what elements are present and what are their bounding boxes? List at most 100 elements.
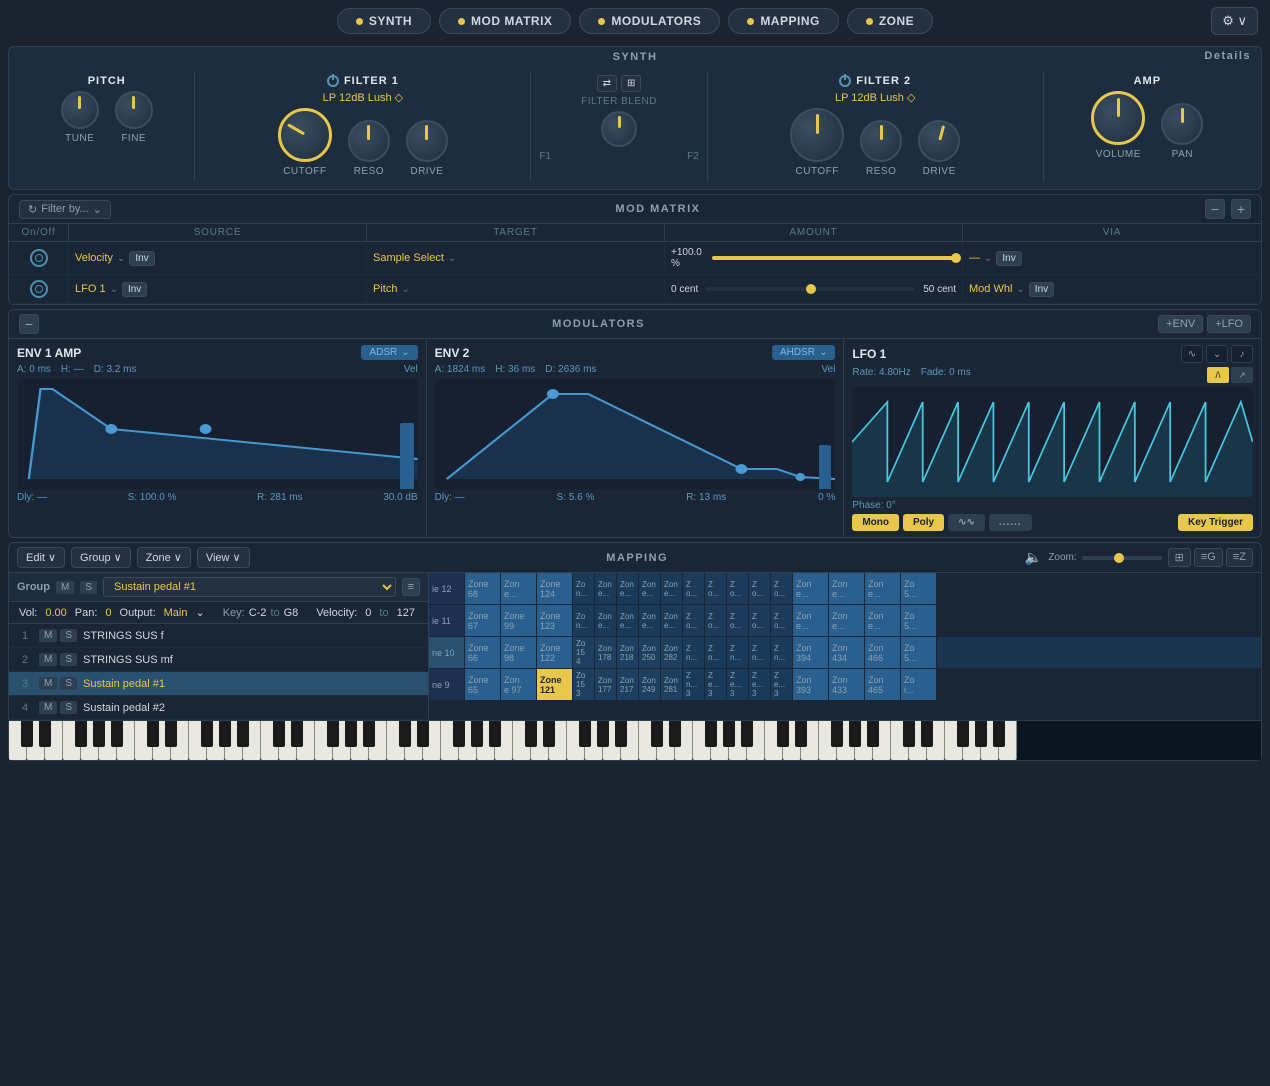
mm-row2-source-chevron[interactable]: ⌄ [110,284,118,295]
zone-cell-2-16[interactable]: Zone... [829,605,865,636]
lfo-wave-icon[interactable]: ∿ [1181,345,1203,363]
zone-cell-4-11[interactable]: Ze...3 [705,669,727,700]
row1-s-button[interactable]: S [60,629,77,642]
poly-button[interactable]: Poly [903,514,944,531]
tab-zone[interactable]: ZONE [847,8,933,34]
volume-knob[interactable] [1091,91,1145,145]
filter2-drive-knob[interactable] [913,115,964,166]
zone-cell-3-2[interactable]: Zone66 [465,637,501,668]
group-m-button[interactable]: M [56,581,74,594]
mm-row1-via-chevron[interactable]: ⌄ [984,253,992,264]
zone-cell-4-4[interactable]: Zone121 [537,669,573,700]
zone-cell-3-6[interactable]: Zon178 [595,637,617,668]
mm-row1-track[interactable] [712,256,957,260]
zone-cell-3-8[interactable]: Zon250 [639,637,661,668]
blend-icon[interactable]: ⊞ [621,75,641,92]
filter1-cutoff-knob[interactable] [278,108,332,162]
mm-row2-inv1[interactable]: Inv [122,282,147,297]
zone-cell-1-6[interactable]: Zone... [595,573,617,604]
zone-cell-3-12[interactable]: Zn... [727,637,749,668]
zone-cell-3-9[interactable]: Zon282 [661,637,683,668]
tab-mod-matrix[interactable]: MOD MATRIX [439,8,571,34]
mm-row2-power[interactable] [30,280,48,298]
group-row-1[interactable]: 1 M S STRINGS SUS f [9,624,428,648]
wave-squiggle-button[interactable]: ∿∿ [948,514,985,531]
zone-cell-2-7[interactable]: Zone... [617,605,639,636]
zone-cell-1-1[interactable]: ie 12 [429,573,465,604]
edit-button[interactable]: Edit ∨ [17,547,65,568]
zone-cell-1-12[interactable]: Zo... [727,573,749,604]
zone-cell-1-13[interactable]: Zo... [749,573,771,604]
tab-synth[interactable]: SYNTH [337,8,431,34]
zone-cell-3-7[interactable]: Zon218 [617,637,639,668]
zone-cell-3-1[interactable]: ne 10 [429,637,465,668]
chevron-output[interactable]: ⌄ [195,606,204,619]
zone-cell-4-6[interactable]: Zon177 [595,669,617,700]
zone-cell-1-9[interactable]: Zone... [661,573,683,604]
zone-cell-1-7[interactable]: Zone... [617,573,639,604]
zone-cell-1-4[interactable]: Zone124 [537,573,573,604]
zone-cell-2-13[interactable]: Zo... [749,605,771,636]
zone-cell-4-10[interactable]: Zn...3 [683,669,705,700]
wave-dotted-button[interactable]: ...... [989,514,1032,531]
zone-cell-3-13[interactable]: Zn... [749,637,771,668]
zone-cell-1-5[interactable]: Zon... [573,573,595,604]
filter1-reso-knob[interactable] [348,120,390,162]
mm-row1-inv2[interactable]: Inv [996,251,1021,266]
mm-plus-button[interactable]: + [1231,199,1251,219]
group-s-button[interactable]: S [80,581,97,594]
row1-m-button[interactable]: M [39,629,57,642]
row3-m-button[interactable]: M [39,677,57,690]
zone-cell-1-8[interactable]: Zone... [639,573,661,604]
filter2-reso-knob[interactable] [860,120,902,162]
zone-cell-2-15[interactable]: Zone... [793,605,829,636]
zone-cell-4-16[interactable]: Zon433 [829,669,865,700]
env2-type[interactable]: AHDSR ⌄ [772,345,835,360]
filter2-type[interactable]: LP 12dB Lush ◇ [835,91,915,104]
zone-cell-2-6[interactable]: Zone... [595,605,617,636]
zone-cell-4-1[interactable]: ne 9 [429,669,465,700]
mono-button[interactable]: Mono [852,514,899,531]
filter2-cutoff-knob[interactable] [790,108,844,162]
zone-cell-4-17[interactable]: Zon465 [865,669,901,700]
zone-cell-4-5[interactable]: Zo153 [573,669,595,700]
group-row-4[interactable]: 4 M S Sustain pedal #2 [9,696,428,720]
zone-cell-2-4[interactable]: Zone123 [537,605,573,636]
lfo-saw-icon[interactable]: /\ [1207,367,1229,383]
group-button[interactable]: Group ∨ [71,547,131,568]
lfo-chevron-icon[interactable]: ⌄ [1206,345,1228,363]
gear-button[interactable]: ⚙ ∨ [1211,7,1258,35]
zone-cell-2-5[interactable]: Zon... [573,605,595,636]
zone-cell-4-9[interactable]: Zon281 [661,669,683,700]
zone-cell-1-2[interactable]: Zone68 [465,573,501,604]
row4-s-button[interactable]: S [60,701,77,714]
row2-s-button[interactable]: S [60,653,77,666]
tab-modulators[interactable]: MODULATORS [579,8,720,34]
zone-cell-2-10[interactable]: Zo... [683,605,705,636]
zone-cell-1-16[interactable]: Zone... [829,573,865,604]
zone-button[interactable]: Zone ∨ [137,547,191,568]
key-trigger-button[interactable]: Key Trigger [1178,514,1253,531]
zone-cell-1-14[interactable]: Zo... [771,573,793,604]
zone-cell-2-14[interactable]: Zo... [771,605,793,636]
zone-cell-4-3[interactable]: Zone 97 [501,669,537,700]
add-env-button[interactable]: +ENV [1158,315,1203,333]
mm-minus-button[interactable]: − [1205,199,1225,219]
group-row-2[interactable]: 2 M S STRINGS SUS mf [9,648,428,672]
zone-cell-2-1[interactable]: ie 11 [429,605,465,636]
zone-cell-2-18[interactable]: Zo5... [901,605,937,636]
mm-row1-power[interactable] [30,249,48,267]
zone-cell-3-17[interactable]: Zon466 [865,637,901,668]
grid-view-button[interactable]: ⊞ [1168,548,1191,567]
row2-m-button[interactable]: M [39,653,57,666]
tab-mapping[interactable]: MAPPING [728,8,839,34]
zone-cell-4-15[interactable]: Zon393 [793,669,829,700]
zone-cell-1-3[interactable]: Zone... [501,573,537,604]
mm-row1-target-chevron[interactable]: ⌄ [448,253,456,264]
zone-cell-3-16[interactable]: Zon434 [829,637,865,668]
filter1-type[interactable]: LP 12dB Lush ◇ [323,91,403,104]
zone-cell-4-8[interactable]: Zon249 [639,669,661,700]
zone-cell-1-18[interactable]: Zo5... [901,573,937,604]
list-view2-button[interactable]: ≡Z [1226,548,1253,567]
zone-cell-2-2[interactable]: Zone67 [465,605,501,636]
